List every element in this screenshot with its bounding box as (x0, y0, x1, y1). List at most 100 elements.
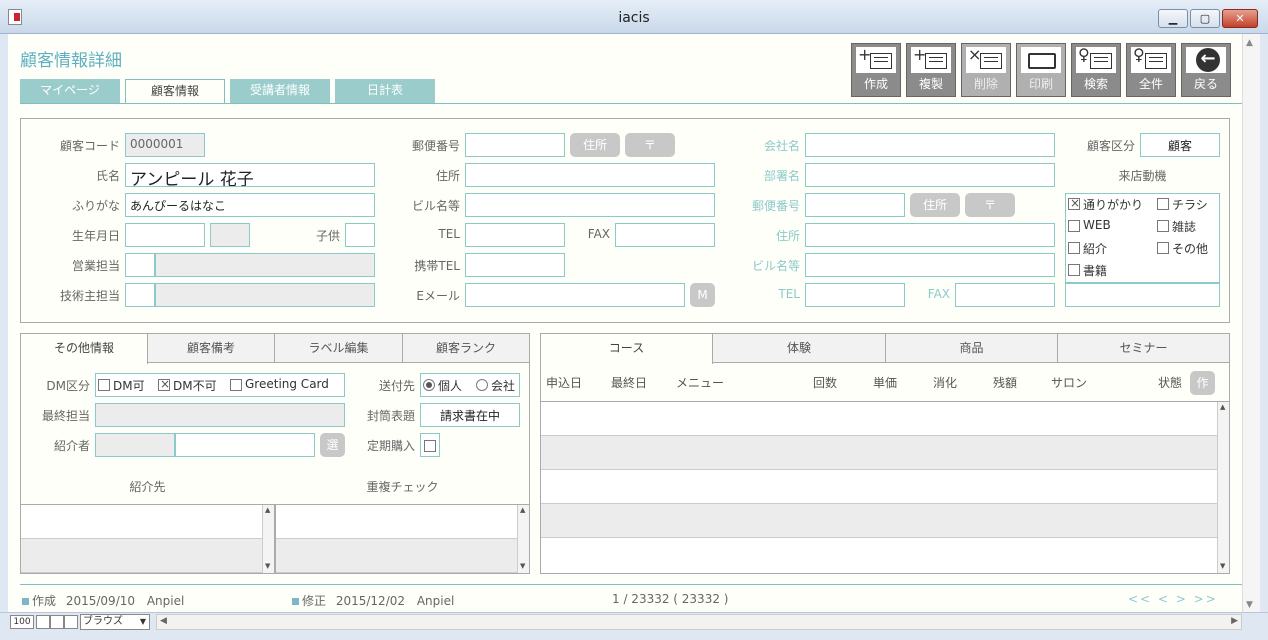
tab-customer-info[interactable]: 顧客情報 (125, 79, 225, 104)
referrer-code-field[interactable] (95, 433, 175, 457)
greeting-card-checkbox[interactable] (230, 379, 242, 391)
referred-list[interactable]: ▲ ▼ (20, 504, 275, 574)
table-row[interactable] (541, 402, 1217, 436)
email-field[interactable] (465, 283, 685, 307)
record-pager[interactable]: << < > >> (1128, 592, 1218, 606)
motive-web-checkbox[interactable] (1068, 220, 1080, 232)
tab-other-info[interactable]: その他情報 (20, 333, 148, 364)
col-last-date: 最終日 (611, 376, 648, 390)
age-field[interactable] (210, 223, 250, 247)
company-building-field[interactable] (805, 253, 1055, 277)
address-field[interactable] (465, 163, 715, 187)
children-field[interactable] (345, 223, 375, 247)
motive-referral-checkbox[interactable] (1068, 242, 1080, 254)
tech-staff-name-field[interactable] (155, 283, 375, 307)
send-to-company-radio[interactable] (476, 379, 488, 391)
course-list-scrollbar[interactable]: ▲ ▼ (1217, 402, 1229, 573)
list-item[interactable] (21, 539, 263, 573)
scroll-down-icon[interactable]: ▼ (1246, 600, 1253, 610)
last-staff-field[interactable] (95, 403, 345, 427)
col-balance: 残額 (993, 376, 1018, 390)
col-status: 状態 (1158, 376, 1183, 390)
table-row[interactable] (541, 504, 1217, 538)
referred-list-scrollbar[interactable]: ▲ ▼ (262, 505, 274, 573)
referrer-name-field[interactable] (175, 433, 315, 457)
dm-not-allowed-checkbox[interactable] (158, 377, 170, 391)
motive-magazine-checkbox[interactable] (1157, 220, 1169, 232)
search-button[interactable]: ♀ 検索 (1071, 43, 1121, 97)
referrer-select-button[interactable]: 選 (320, 433, 345, 457)
tab-label-edit[interactable]: ラベル編集 (274, 333, 403, 363)
list-item[interactable] (276, 505, 518, 539)
sales-staff-name-field[interactable] (155, 253, 375, 277)
list-item[interactable] (21, 505, 263, 539)
course-list[interactable]: ▲ ▼ (540, 401, 1230, 574)
fax-field[interactable] (615, 223, 715, 247)
visit-motive-other-field[interactable] (1065, 283, 1220, 307)
list-item[interactable] (276, 539, 518, 573)
status-area-icon[interactable] (50, 615, 64, 629)
department-field[interactable] (805, 163, 1055, 187)
zip-field[interactable] (465, 133, 565, 157)
create-button[interactable]: + 作成 (851, 43, 901, 97)
duplicate-button[interactable]: + 複製 (906, 43, 956, 97)
regular-purchase-checkbox[interactable] (424, 440, 436, 452)
mobile-field[interactable] (465, 253, 565, 277)
duplicate-check-list[interactable]: ▲ ▼ (275, 504, 530, 574)
maximize-button[interactable]: ▢ (1190, 9, 1220, 28)
dm-allowed-checkbox[interactable] (98, 379, 110, 391)
company-address-lookup-button[interactable]: 住所 (910, 193, 960, 217)
tab-seminar[interactable]: セミナー (1057, 333, 1230, 363)
company-address-field[interactable] (805, 223, 1055, 247)
tab-mypage[interactable]: マイページ (20, 79, 120, 103)
zip-lookup-button[interactable]: 〒 (625, 133, 675, 157)
zoom-level[interactable]: 100 (10, 615, 34, 629)
minimize-button[interactable]: ▁ (1158, 9, 1188, 28)
close-button[interactable]: ✕ (1222, 9, 1258, 28)
customer-code-field[interactable]: 0000001 (125, 133, 205, 157)
horizontal-scrollbar[interactable]: ◀ ▶ (156, 614, 1242, 630)
tab-customer-rank[interactable]: 顧客ランク (402, 333, 530, 363)
company-zip-lookup-button[interactable]: 〒 (965, 193, 1015, 217)
furigana-field[interactable]: あんぴーるはなこ (125, 193, 375, 217)
print-button[interactable]: 印刷 (1016, 43, 1066, 97)
created-info: 作成 2015/09/10 Anpiel (22, 592, 184, 609)
customer-category-field[interactable]: 顧客 (1140, 133, 1220, 157)
back-button[interactable]: ← 戻る (1181, 43, 1231, 97)
tab-product[interactable]: 商品 (885, 333, 1058, 363)
tab-course[interactable]: コース (540, 333, 713, 364)
address-lookup-button[interactable]: 住所 (570, 133, 620, 157)
duplicate-list-scrollbar[interactable]: ▲ ▼ (517, 505, 529, 573)
company-fax-field[interactable] (955, 283, 1055, 307)
motive-book-checkbox[interactable] (1068, 264, 1080, 276)
layout-mode-icon[interactable] (64, 615, 78, 629)
building-field[interactable] (465, 193, 715, 217)
motive-walkin-checkbox[interactable] (1068, 196, 1080, 210)
mail-button[interactable]: M (690, 283, 715, 307)
birthdate-field[interactable] (125, 223, 205, 247)
envelope-title-field[interactable]: 請求書在中 (420, 403, 520, 427)
sales-staff-code-field[interactable] (125, 253, 155, 277)
status-toggle-icon[interactable] (36, 615, 50, 629)
scroll-up-icon[interactable]: ▲ (1246, 38, 1253, 48)
tech-staff-code-field[interactable] (125, 283, 155, 307)
create-course-button[interactable]: 作 (1190, 371, 1215, 395)
tab-customer-notes[interactable]: 顧客備考 (147, 333, 275, 363)
tab-daily-report[interactable]: 日計表 (335, 79, 435, 103)
tab-attendee-info[interactable]: 受講者情報 (230, 79, 330, 103)
tab-trial[interactable]: 体験 (712, 333, 886, 363)
delete-button[interactable]: × 削除 (961, 43, 1011, 97)
tel-field[interactable] (465, 223, 565, 247)
vertical-scrollbar[interactable] (1242, 34, 1260, 612)
company-tel-field[interactable] (805, 283, 905, 307)
company-zip-field[interactable] (805, 193, 905, 217)
mode-select[interactable]: ブラウズ ▼ (80, 614, 150, 630)
send-to-personal-radio[interactable] (423, 379, 435, 391)
table-row[interactable] (541, 470, 1217, 504)
all-records-button[interactable]: ♀ 全件 (1126, 43, 1176, 97)
motive-other-checkbox[interactable] (1157, 242, 1169, 254)
name-field[interactable]: アンピール 花子 (125, 163, 375, 187)
motive-flyer-checkbox[interactable] (1157, 198, 1169, 210)
company-name-field[interactable] (805, 133, 1055, 157)
table-row[interactable] (541, 436, 1217, 470)
